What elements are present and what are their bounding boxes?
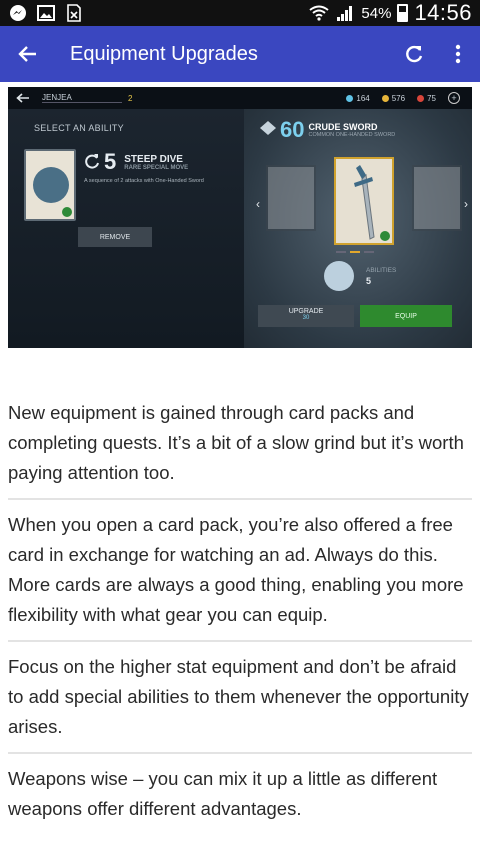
player-name: JENJEA [42,93,122,103]
ability-type: RARE SPECIAL MOVE [124,164,189,171]
hearts-counter: 75 [417,94,436,103]
player-level: 2 [128,93,133,103]
back-arrow-icon[interactable] [0,26,56,82]
clock: 14:56 [414,0,472,25]
more-vert-icon[interactable] [436,26,480,82]
weapon-panel: 60 CRUDE SWORD COMMON ONE-HANDED SWORD ‹… [244,109,472,348]
weapon-name: CRUDE SWORD [308,122,378,132]
check-icon [380,231,390,241]
wifi-icon [309,4,330,22]
dive-emblem-icon [33,167,69,203]
weapon-card [334,157,394,245]
app-bar: Equipment Upgrades [0,26,480,82]
weapon-type: COMMON ONE-HANDED SWORD [308,132,396,138]
next-arrow-icon: › [464,197,468,211]
upgrade-label: UPGRADE [288,308,324,315]
paragraph: Weapons wise – you can mix it up a littl… [8,768,438,819]
paragraph: Focus on the higher stat equipment and d… [8,656,469,737]
battery-icon [397,4,409,22]
no-sim-icon [64,4,84,22]
ability-card [24,149,76,221]
ability-description: A sequence of 2 attacks with One-Handed … [84,178,204,184]
game-screenshot: JENJEA 2 164 576 75 + SELECT AN ABILITY … [8,87,472,348]
prev-weapon-card [266,165,316,231]
article-body: New equipment is gained through card pac… [8,396,472,834]
messenger-icon [8,4,28,22]
carousel-dots [336,251,374,253]
select-ability-heading: SELECT AN ABILITY [34,123,124,133]
next-weapon-card [412,165,462,231]
ability-name: STEEP DIVE [124,153,183,165]
game-top-bar: JENJEA 2 164 576 75 + [8,87,472,109]
signal-icon [335,4,355,22]
abilities-value: 5 [366,276,372,286]
divider [8,752,472,754]
ability-panel: SELECT AN ABILITY 5 STEEP DIVE RARE SPEC… [8,109,244,348]
paragraph: New equipment is gained through card pac… [8,402,464,483]
battery-percent: 54% [361,4,392,22]
abilities-label: ABILITIES [366,267,397,274]
refresh-icon[interactable] [392,26,436,82]
page-title: Equipment Upgrades [70,42,258,65]
gems-counter: 164 [346,94,370,103]
weapon-level-icon [260,120,276,140]
ability-cost: 5 [104,149,117,174]
equip-button: EQUIP [360,305,452,327]
remove-button: REMOVE [78,227,152,247]
refresh-cost-icon [84,149,100,175]
upgrade-cost: 30 [302,315,310,321]
image-icon [36,4,56,22]
ability-emblem-icon [324,261,354,291]
upgrade-button: UPGRADE 30 [258,305,354,327]
status-bar: 54% 14:56 [0,0,480,26]
divider [8,498,472,500]
game-back-icon [8,93,38,103]
coins-counter: 576 [381,94,405,103]
prev-arrow-icon: ‹ [256,197,260,211]
add-currency-icon: + [448,92,460,104]
weapon-level: 60 [280,117,305,142]
check-icon [62,207,72,217]
paragraph: When you open a card pack, you’re also o… [8,514,464,625]
divider [8,640,472,642]
